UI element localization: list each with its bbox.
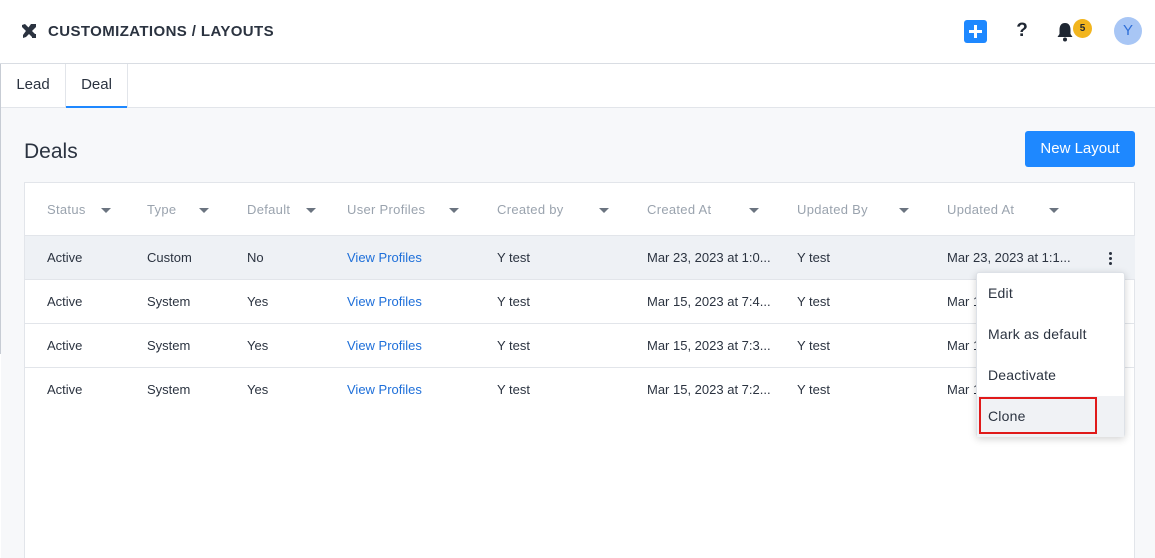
- create-button[interactable]: [964, 20, 987, 43]
- section-title: Deals: [24, 140, 78, 163]
- view-profiles-link[interactable]: View Profiles: [347, 250, 422, 265]
- sort-caret-icon: [101, 208, 111, 213]
- highlight-box: [979, 397, 1097, 434]
- avatar[interactable]: Y: [1114, 17, 1142, 45]
- cell-created-at: Mar 15, 2023 at 7:3...: [647, 338, 771, 353]
- cell-type: System: [147, 294, 191, 309]
- cell-updated-by: Y test: [797, 250, 831, 265]
- row-actions-kebab-icon[interactable]: [1103, 248, 1117, 268]
- column-header-updated-by[interactable]: Updated By: [797, 202, 909, 217]
- tab-deal[interactable]: Deal: [65, 64, 128, 109]
- row-actions-menu: Edit Mark as default Deactivate Clone: [976, 272, 1125, 437]
- menu-item-edit[interactable]: Edit: [977, 273, 1124, 314]
- cell-type: Custom: [147, 250, 192, 265]
- cell-updated-by: Y test: [797, 382, 831, 397]
- cell-default: No: [247, 250, 264, 265]
- menu-item-mark-as-default[interactable]: Mark as default: [977, 314, 1124, 355]
- view-profiles-link[interactable]: View Profiles: [347, 294, 422, 309]
- plus-icon: [969, 25, 982, 38]
- tab-lead[interactable]: Lead: [1, 64, 65, 108]
- cell-status: Active: [47, 294, 83, 309]
- cell-default: Yes: [247, 294, 269, 309]
- cell-status: Active: [47, 338, 83, 353]
- cell-type: System: [147, 338, 191, 353]
- page-title: CUSTOMIZATIONS / LAYOUTS: [48, 23, 275, 40]
- column-header-created-by[interactable]: Created by: [497, 202, 609, 217]
- sort-caret-icon: [599, 208, 609, 213]
- column-header-status[interactable]: Status: [47, 202, 111, 217]
- column-header-updated-at[interactable]: Updated At: [947, 202, 1059, 217]
- cell-default: Yes: [247, 338, 269, 353]
- layout-tabs: Lead Deal: [0, 64, 1155, 109]
- sort-caret-icon: [749, 208, 759, 213]
- cell-status: Active: [47, 250, 83, 265]
- cell-created-by: Y test: [497, 294, 531, 309]
- cell-created-by: Y test: [497, 250, 531, 265]
- layouts-table: Status Type Default User Profiles Create…: [24, 182, 1135, 558]
- table-row[interactable]: Active System Yes View Profiles Y test M…: [25, 279, 1135, 323]
- sort-caret-icon: [899, 208, 909, 213]
- cell-created-by: Y test: [497, 382, 531, 397]
- cell-type: System: [147, 382, 191, 397]
- menu-item-clone[interactable]: Clone: [977, 396, 1124, 437]
- sort-caret-icon: [1049, 208, 1059, 213]
- column-header-user-profiles[interactable]: User Profiles: [347, 202, 459, 217]
- app-window: CUSTOMIZATIONS / LAYOUTS ? 5 Y Lead Deal…: [0, 0, 1155, 558]
- cell-created-at: Mar 15, 2023 at 7:2...: [647, 382, 771, 397]
- cell-updated-by: Y test: [797, 338, 831, 353]
- new-layout-button[interactable]: New Layout: [1025, 131, 1135, 167]
- table-header: Status Type Default User Profiles Create…: [25, 183, 1135, 235]
- sort-caret-icon: [449, 208, 459, 213]
- cell-updated-by: Y test: [797, 294, 831, 309]
- sort-caret-icon: [199, 208, 209, 213]
- table-row[interactable]: Active Custom No View Profiles Y test Ma…: [25, 235, 1135, 279]
- bell-icon[interactable]: [1056, 22, 1074, 42]
- top-bar: CUSTOMIZATIONS / LAYOUTS ? 5 Y: [0, 0, 1155, 64]
- column-header-created-at[interactable]: Created At: [647, 202, 759, 217]
- cell-created-by: Y test: [497, 338, 531, 353]
- cell-status: Active: [47, 382, 83, 397]
- cell-created-at: Mar 23, 2023 at 1:0...: [647, 250, 771, 265]
- notification-badge: 5: [1073, 19, 1092, 38]
- table-row[interactable]: Active System Yes View Profiles Y test M…: [25, 367, 1135, 411]
- column-header-default[interactable]: Default: [247, 202, 316, 217]
- column-header-type[interactable]: Type: [147, 202, 209, 217]
- menu-item-deactivate[interactable]: Deactivate: [977, 355, 1124, 396]
- cell-updated-at: Mar 23, 2023 at 1:1...: [947, 250, 1071, 265]
- help-icon[interactable]: ?: [1014, 20, 1030, 42]
- sort-caret-icon: [306, 208, 316, 213]
- cell-created-at: Mar 15, 2023 at 7:4...: [647, 294, 771, 309]
- cell-default: Yes: [247, 382, 269, 397]
- view-profiles-link[interactable]: View Profiles: [347, 382, 422, 397]
- tools-icon: [22, 24, 36, 38]
- view-profiles-link[interactable]: View Profiles: [347, 338, 422, 353]
- table-row[interactable]: Active System Yes View Profiles Y test M…: [25, 323, 1135, 367]
